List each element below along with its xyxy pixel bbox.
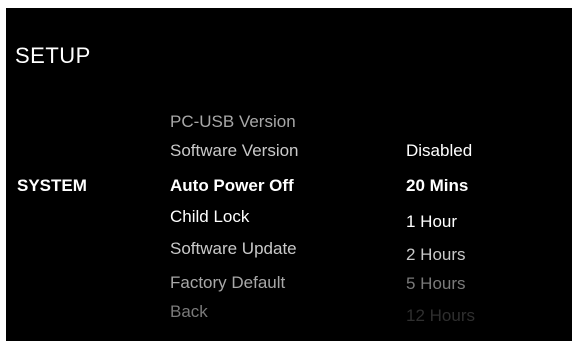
menu-item-pc-usb-version[interactable]: PC-USB Version	[170, 112, 296, 132]
category-system[interactable]: SYSTEM	[17, 176, 87, 196]
menu-item-back[interactable]: Back	[170, 302, 208, 322]
option-20-mins[interactable]: 20 Mins	[406, 176, 468, 196]
option-1-hour[interactable]: 1 Hour	[406, 212, 457, 232]
menu-item-software-update[interactable]: Software Update	[170, 239, 297, 259]
menu-item-factory-default[interactable]: Factory Default	[170, 273, 285, 293]
option-disabled[interactable]: Disabled	[406, 141, 472, 161]
menu-item-auto-power-off[interactable]: Auto Power Off	[170, 176, 294, 196]
page-title: SETUP	[15, 43, 91, 68]
option-5-hours[interactable]: 5 Hours	[406, 274, 466, 294]
option-12-hours[interactable]: 12 Hours	[406, 306, 475, 326]
menu-item-software-version[interactable]: Software Version	[170, 141, 299, 161]
menu-item-child-lock[interactable]: Child Lock	[170, 207, 249, 227]
option-2-hours[interactable]: 2 Hours	[406, 245, 466, 265]
setup-screen: SETUP SYSTEM PC-USB Version Software Ver…	[6, 8, 572, 341]
